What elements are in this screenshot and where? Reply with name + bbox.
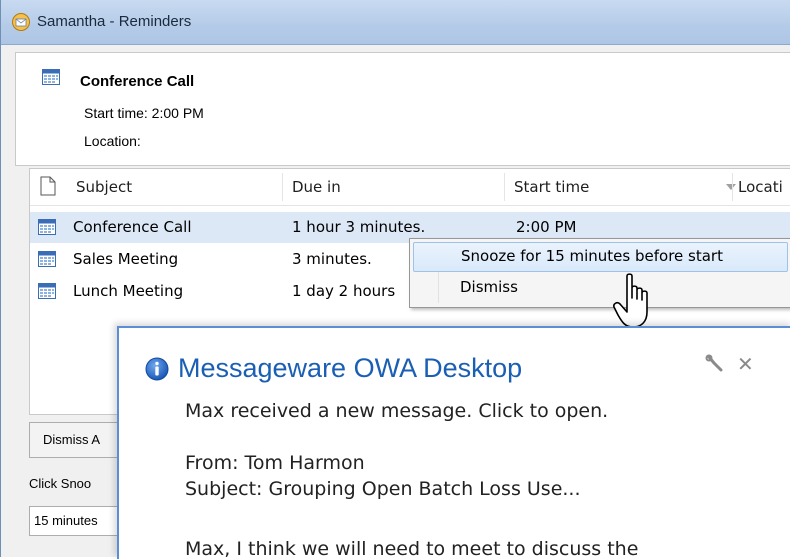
calendar-icon <box>38 251 56 267</box>
sort-arrow-icon[interactable] <box>726 184 736 190</box>
close-icon[interactable]: ✕ <box>737 352 754 376</box>
toast-subject: Subject: Grouping Open Batch Loss Use... <box>185 478 581 500</box>
reminder-detail-panel: Conference Call Start time: 2:00 PM Loca… <box>15 52 790 166</box>
window-title: Samantha - Reminders <box>37 13 192 30</box>
row-due-in: 1 day 2 hours <box>292 282 396 300</box>
title-bar[interactable]: Samantha - Reminders <box>1 0 790 45</box>
toast-body-preview: Max, I think we will need to meet to dis… <box>185 538 639 559</box>
snooze-duration-value: 15 minutes <box>34 513 98 528</box>
info-icon <box>145 357 169 381</box>
header-divider[interactable] <box>732 173 733 201</box>
reminders-window: Samantha - Reminders Conference Call Sta… <box>0 0 790 559</box>
header-subject[interactable]: Subject <box>76 178 132 196</box>
document-icon[interactable] <box>40 176 56 196</box>
calendar-icon <box>42 69 60 85</box>
reminder-start-time: Start time: 2:00 PM <box>84 105 204 121</box>
list-header: Subject Due in Start time Locati <box>30 169 790 206</box>
snooze-instructions: Click Snoo <box>29 476 92 491</box>
calendar-icon <box>38 219 56 235</box>
hand-cursor-icon <box>613 273 648 328</box>
menu-item-dismiss[interactable]: Dismiss <box>413 274 786 302</box>
notification-toast[interactable]: Messageware OWA Desktop ✕ Max received a… <box>117 326 790 559</box>
header-divider[interactable] <box>504 173 505 201</box>
wrench-icon[interactable] <box>705 354 725 374</box>
header-start-time[interactable]: Start time <box>514 178 589 196</box>
toast-title: Messageware OWA Desktop <box>178 353 523 383</box>
reminder-location: Location: <box>84 133 141 149</box>
menu-item-snooze[interactable]: Snooze for 15 minutes before start <box>413 242 788 272</box>
row-subject: Sales Meeting <box>73 250 179 268</box>
row-start-time: 2:00 PM <box>516 218 577 236</box>
header-divider[interactable] <box>282 173 283 201</box>
calendar-icon <box>38 283 56 299</box>
toast-message: Max received a new message. Click to ope… <box>185 400 609 422</box>
menu-item-label: Snooze for 15 minutes before start <box>461 247 723 265</box>
row-due-in: 3 minutes. <box>292 250 372 268</box>
row-subject: Conference Call <box>73 218 192 236</box>
toast-from: From: Tom Harmon <box>185 452 365 474</box>
menu-item-label: Dismiss <box>460 278 518 296</box>
context-menu: Snooze for 15 minutes before start Dismi… <box>409 238 790 308</box>
row-due-in: 1 hour 3 minutes. <box>292 218 426 236</box>
header-location[interactable]: Locati <box>738 178 783 196</box>
dismiss-all-label: Dismiss A <box>43 432 101 447</box>
reminder-subject: Conference Call <box>80 73 195 90</box>
header-due-in[interactable]: Due in <box>292 178 341 196</box>
reminder-app-icon <box>12 13 30 31</box>
row-subject: Lunch Meeting <box>73 282 184 300</box>
